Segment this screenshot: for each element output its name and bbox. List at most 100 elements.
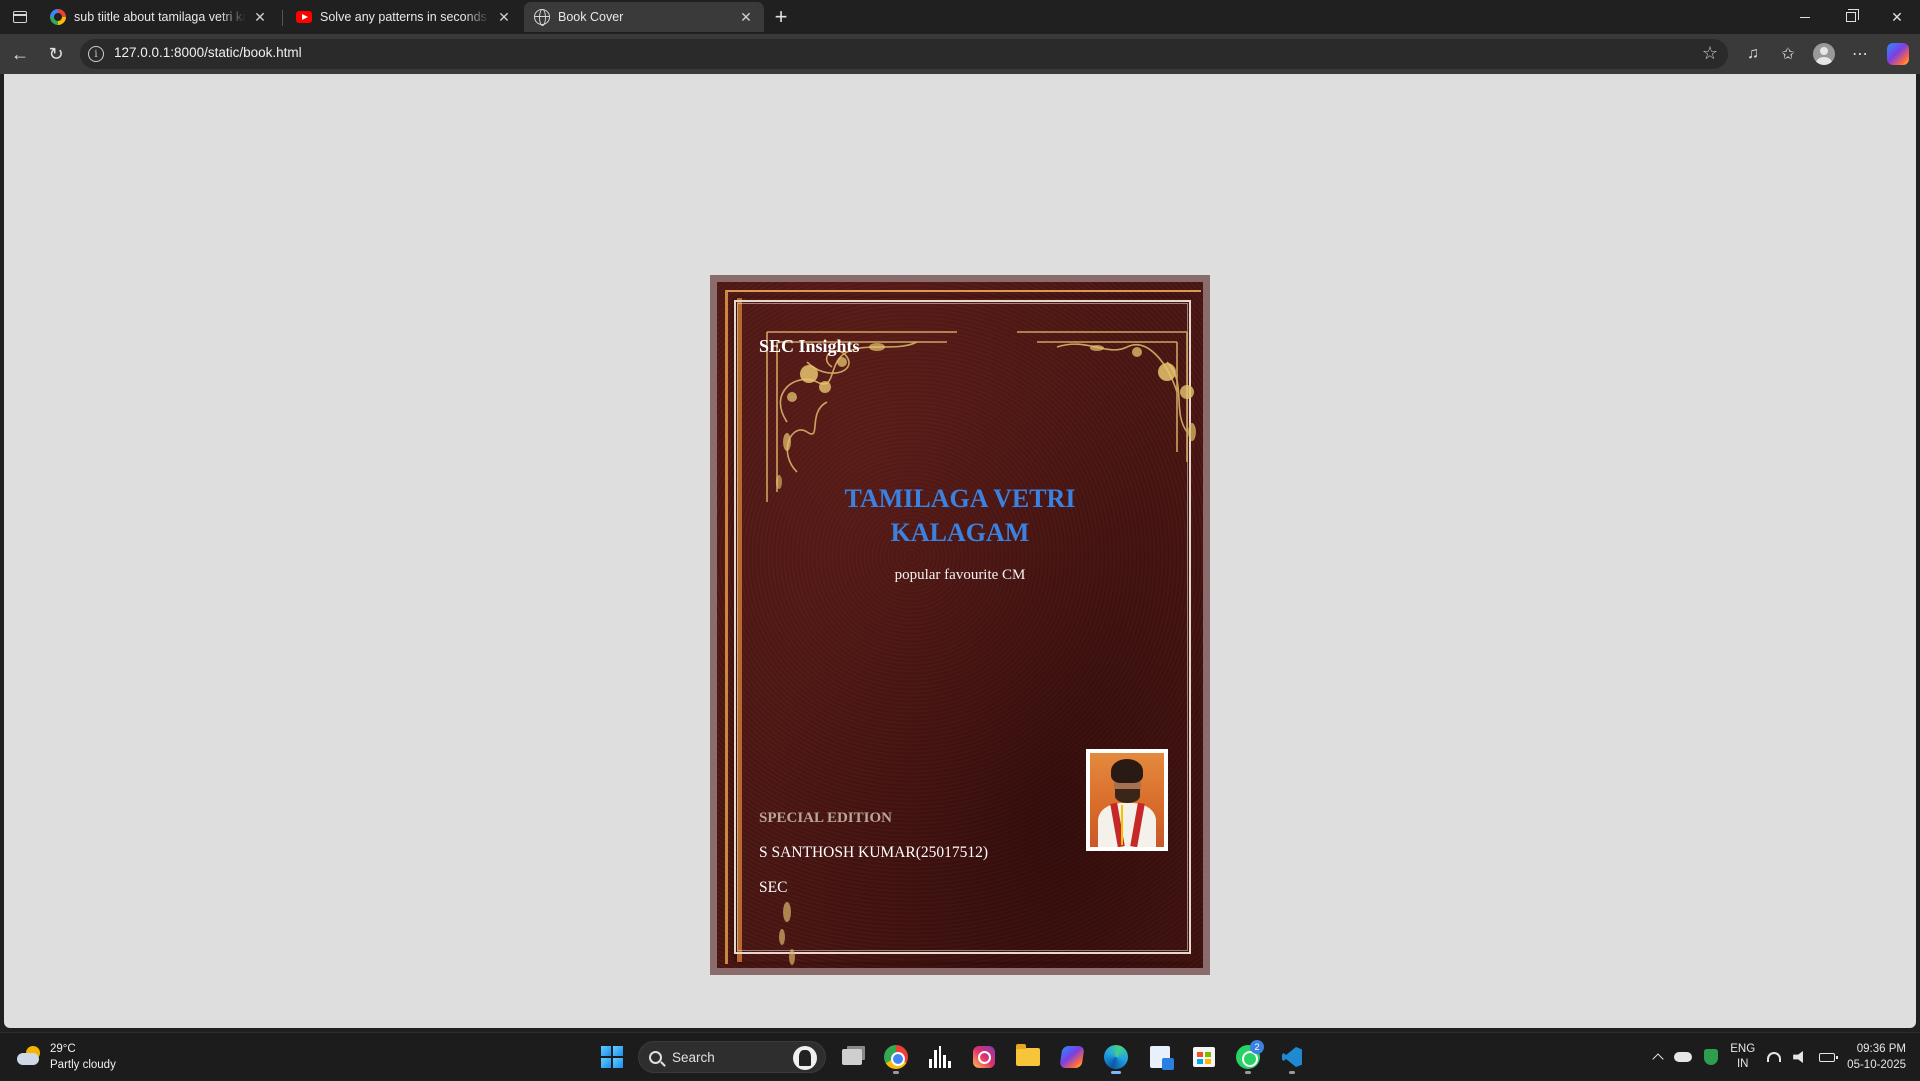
chrome-icon [884, 1045, 908, 1069]
close-icon: ✕ [1891, 8, 1903, 25]
avatar [1813, 43, 1835, 65]
vscode-app[interactable] [1272, 1039, 1312, 1075]
close-window-button[interactable]: ✕ [1874, 0, 1920, 34]
battery-icon [1819, 1052, 1839, 1062]
favorite-star-icon[interactable]: ☆ [1702, 43, 1718, 64]
copilot-app[interactable] [1052, 1039, 1092, 1075]
tab-book-cover[interactable]: Book Cover ✕ [524, 2, 764, 32]
audio-app[interactable] [920, 1039, 960, 1075]
more-icon: ⋯ [1852, 46, 1868, 63]
instagram-icon [973, 1046, 995, 1068]
file-explorer-app[interactable] [1008, 1039, 1048, 1075]
book-author: S SANTHOSH KUMAR(25017512) [759, 844, 989, 861]
book-subtitle: popular favourite CM [894, 567, 1026, 583]
window-controls: ✕ [1782, 0, 1920, 34]
document-editor-icon [1150, 1046, 1174, 1070]
tab-actions-menu-button[interactable] [8, 6, 32, 28]
search-highlight-icon [793, 1046, 817, 1070]
back-arrow-icon: ← [11, 43, 29, 64]
task-view-icon [842, 1049, 862, 1065]
language-code: ENG [1730, 1043, 1756, 1055]
clock[interactable]: 09:36 PM 05-10-2025 [1841, 1039, 1920, 1075]
minimize-button[interactable] [1782, 0, 1828, 34]
cloud-icon [1674, 1052, 1693, 1062]
volume-button[interactable] [1787, 1039, 1813, 1075]
start-button[interactable] [592, 1039, 632, 1075]
clock-date: 05-10-2025 [1847, 1059, 1906, 1071]
tab-actions-icon [13, 11, 27, 23]
windows-taskbar: 29°C Partly cloudy Search 2 ENG IN 09:36… [0, 1032, 1920, 1080]
network-button[interactable] [1761, 1039, 1787, 1075]
whatsapp-app[interactable]: 2 [1228, 1039, 1268, 1075]
portrait-image [1090, 753, 1164, 847]
instagram-app[interactable] [964, 1039, 1004, 1075]
search-icon [649, 1050, 662, 1064]
settings-menu-button[interactable]: ⋯ [1846, 40, 1874, 68]
speaker-icon [1793, 1051, 1803, 1063]
close-icon[interactable]: ✕ [738, 9, 754, 25]
site-info-icon[interactable]: i [88, 46, 104, 62]
book-title-line-1: TAMILAGA VETRI [844, 484, 1076, 513]
taskbar-apps: Search 2 [590, 1039, 1314, 1075]
chrome-app[interactable] [876, 1039, 916, 1075]
favorites-icon: ✩ [1781, 46, 1795, 63]
folder-icon [1016, 1044, 1040, 1066]
extensions-button[interactable]: ♫ [1739, 40, 1767, 68]
profile-button[interactable] [1810, 40, 1838, 68]
show-hidden-icons-button[interactable] [1648, 1039, 1668, 1075]
url-text[interactable]: 127.0.0.1:8000/static/book.html [114, 45, 302, 60]
favorites-button[interactable]: ✩ [1774, 40, 1802, 68]
battery-button[interactable] [1813, 1039, 1841, 1075]
tab-title: Solve any patterns in seconds with [320, 10, 490, 24]
chevron-up-icon [1652, 1053, 1664, 1065]
onedrive-button[interactable] [1668, 1039, 1698, 1075]
tab-google-search[interactable]: sub tiitle about tamilaga vetri kalagam … [40, 2, 278, 32]
close-icon[interactable]: ✕ [252, 9, 268, 25]
notification-badge: 2 [1250, 1040, 1264, 1054]
search-label: Search [672, 1049, 715, 1065]
equalizer-icon [929, 1046, 951, 1068]
vscode-icon [1280, 1045, 1304, 1069]
weather-widget[interactable]: 29°C Partly cloudy [16, 1041, 116, 1073]
book-organization: SEC [759, 879, 788, 896]
task-view-button[interactable] [832, 1039, 872, 1075]
book-cover-surface: SEC Insights TAMILAGA VETRI KALAGAM popu… [717, 282, 1203, 968]
minimize-icon [1800, 16, 1810, 18]
weather-text: 29°C Partly cloudy [50, 1041, 116, 1073]
google-icon [50, 9, 66, 25]
tab-youtube[interactable]: Solve any patterns in seconds with ✕ [286, 2, 522, 32]
clock-time: 09:36 PM [1856, 1043, 1906, 1055]
restore-icon [1846, 9, 1859, 22]
restore-button[interactable] [1828, 0, 1874, 34]
address-bar[interactable]: i 127.0.0.1:8000/static/book.html ☆ [80, 39, 1728, 69]
copilot-icon [1059, 1046, 1085, 1068]
store-app[interactable] [1184, 1039, 1224, 1075]
book-edition: SPECIAL EDITION [759, 810, 892, 826]
refresh-icon: ↻ [48, 43, 64, 64]
globe-icon [534, 9, 550, 26]
back-button[interactable]: ← [6, 40, 34, 68]
extensions-icon: ♫ [1747, 45, 1759, 62]
wifi-icon [1767, 1052, 1782, 1062]
close-icon[interactable]: ✕ [496, 9, 512, 25]
refresh-button[interactable]: ↻ [42, 40, 70, 68]
author-photo [1086, 749, 1168, 851]
shield-icon [1704, 1049, 1719, 1065]
book-title: TAMILAGA VETRI KALAGAM [717, 482, 1203, 550]
edge-app[interactable] [1096, 1039, 1136, 1075]
book-brand: SEC Insights [759, 336, 860, 356]
windows-logo-icon [601, 1046, 623, 1068]
store-icon [1193, 1047, 1215, 1067]
tab-separator [282, 10, 283, 26]
book-title-line-2: KALAGAM [890, 518, 1030, 547]
taskbar-search[interactable]: Search [638, 1041, 826, 1073]
language-indicator[interactable]: ENG IN [1724, 1039, 1761, 1075]
browser-toolbar: ← ↻ i 127.0.0.1:8000/static/book.html ☆ … [0, 34, 1920, 74]
new-tab-button[interactable]: + [768, 4, 794, 30]
partly-cloudy-icon [16, 1044, 42, 1070]
copilot-button[interactable] [1884, 40, 1912, 68]
weather-condition: Partly cloudy [50, 1059, 116, 1071]
security-button[interactable] [1698, 1039, 1724, 1075]
weather-temp: 29°C [50, 1043, 76, 1055]
editor-app[interactable] [1140, 1039, 1180, 1075]
